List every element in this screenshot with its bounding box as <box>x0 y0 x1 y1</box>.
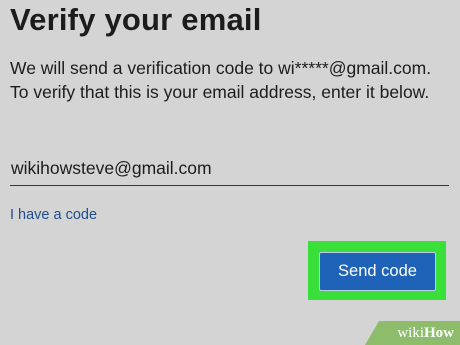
watermark-how-text: How <box>424 325 454 341</box>
page-title: Verify your email <box>10 2 262 37</box>
watermark-wiki-text: wiki <box>397 325 424 341</box>
send-code-button[interactable]: Send code <box>319 252 436 291</box>
have-code-link[interactable]: I have a code <box>10 207 97 223</box>
verification-description: We will send a verification code to wi**… <box>10 58 432 102</box>
wikihow-watermark-logo: wikiHow <box>365 321 460 345</box>
email-field[interactable] <box>10 152 449 186</box>
